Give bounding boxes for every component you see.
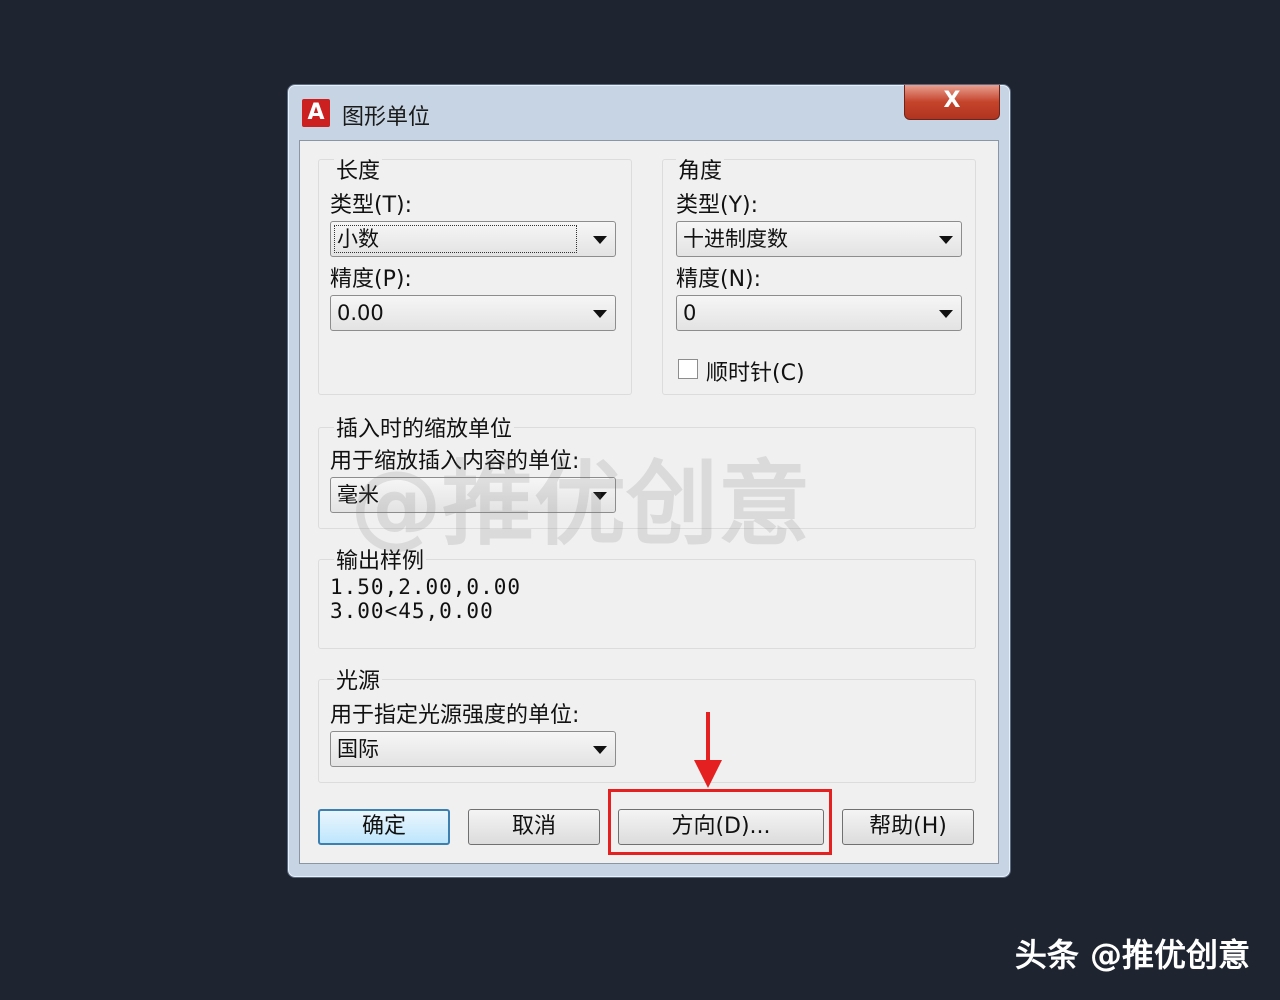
title-bar[interactable]: A 图形单位 X: [288, 85, 1010, 137]
angle-precision-select[interactable]: 0: [676, 295, 962, 331]
ok-button[interactable]: 确定: [318, 809, 450, 845]
angle-type-label: 类型(Y):: [676, 193, 759, 218]
annotation-highlight-box: [608, 789, 832, 855]
window-title: 图形单位: [342, 105, 431, 130]
lighting-desc: 用于指定光源强度的单位:: [330, 703, 580, 728]
watermark: @推优创意: [350, 451, 811, 558]
clockwise-label[interactable]: 顺时针(C): [706, 355, 805, 387]
angle-precision-label: 精度(N):: [676, 267, 762, 292]
close-button[interactable]: X: [904, 85, 1000, 120]
dropdown-arrow-icon: [593, 746, 607, 754]
sample-output-line-1: 1.50,2.00,0.00: [330, 575, 522, 599]
annotation-arrow-icon: [694, 760, 722, 788]
length-precision-value: 0.00: [337, 301, 384, 325]
dropdown-arrow-icon: [593, 310, 607, 318]
autocad-icon: A: [302, 99, 330, 127]
cancel-button[interactable]: 取消: [468, 809, 600, 845]
help-button[interactable]: 帮助(H): [842, 809, 974, 845]
length-group-label: 长度: [334, 153, 383, 185]
lighting-select[interactable]: 国际: [330, 731, 616, 767]
clockwise-checkbox[interactable]: [678, 359, 698, 379]
length-type-label: 类型(T):: [330, 193, 413, 218]
lighting-value: 国际: [337, 737, 379, 761]
angle-precision-value: 0: [683, 301, 697, 325]
angle-type-select[interactable]: 十进制度数: [676, 221, 962, 257]
length-precision-select[interactable]: 0.00: [330, 295, 616, 331]
length-precision-label: 精度(P):: [330, 267, 412, 292]
annotation-arrow-shaft: [706, 712, 710, 764]
source-credit: 头条 @推优创意: [1014, 936, 1250, 974]
dropdown-arrow-icon: [939, 310, 953, 318]
dropdown-arrow-icon: [939, 236, 953, 244]
dropdown-arrow-icon: [593, 236, 607, 244]
sample-output-line-2: 3.00<45,0.00: [330, 599, 494, 623]
angle-type-value: 十进制度数: [683, 227, 788, 251]
length-type-select[interactable]: 小数: [330, 221, 616, 257]
angle-group-label: 角度: [676, 153, 725, 185]
focus-rect: [334, 225, 577, 253]
lighting-group-label: 光源: [334, 663, 383, 695]
